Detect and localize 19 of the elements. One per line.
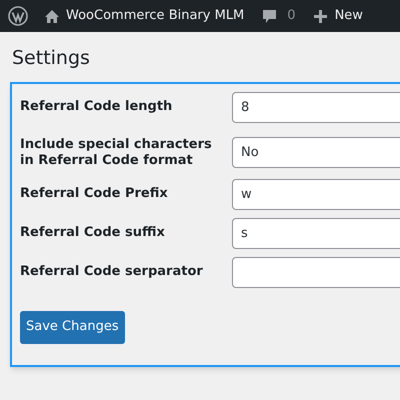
save-button[interactable]: Save Changes [20,310,125,344]
wordpress-logo-icon[interactable] [8,6,28,26]
new-link[interactable]: New [334,6,363,26]
page-title: Settings [12,46,91,71]
field-label: Referral Code Prefix [20,186,169,202]
plus-icon[interactable] [314,10,327,22]
input-field[interactable]: w [232,178,400,210]
site-name-link[interactable]: WooCommerce Binary MLM [66,6,244,26]
home-icon[interactable] [44,8,60,24]
field-label: Referral Code suffix [20,225,166,241]
input-field[interactable]: s [232,218,400,248]
field-label: Referral Code serparator [20,264,204,280]
comment-count: 0 [287,7,296,26]
field-label: Referral Code length [20,99,174,115]
input-field[interactable]: 8 [232,92,400,122]
input-field[interactable] [232,256,400,288]
comment-icon[interactable] [262,8,278,24]
field-label: Include special characters in Referral Code format [20,136,213,168]
input-field[interactable]: No [232,137,400,168]
